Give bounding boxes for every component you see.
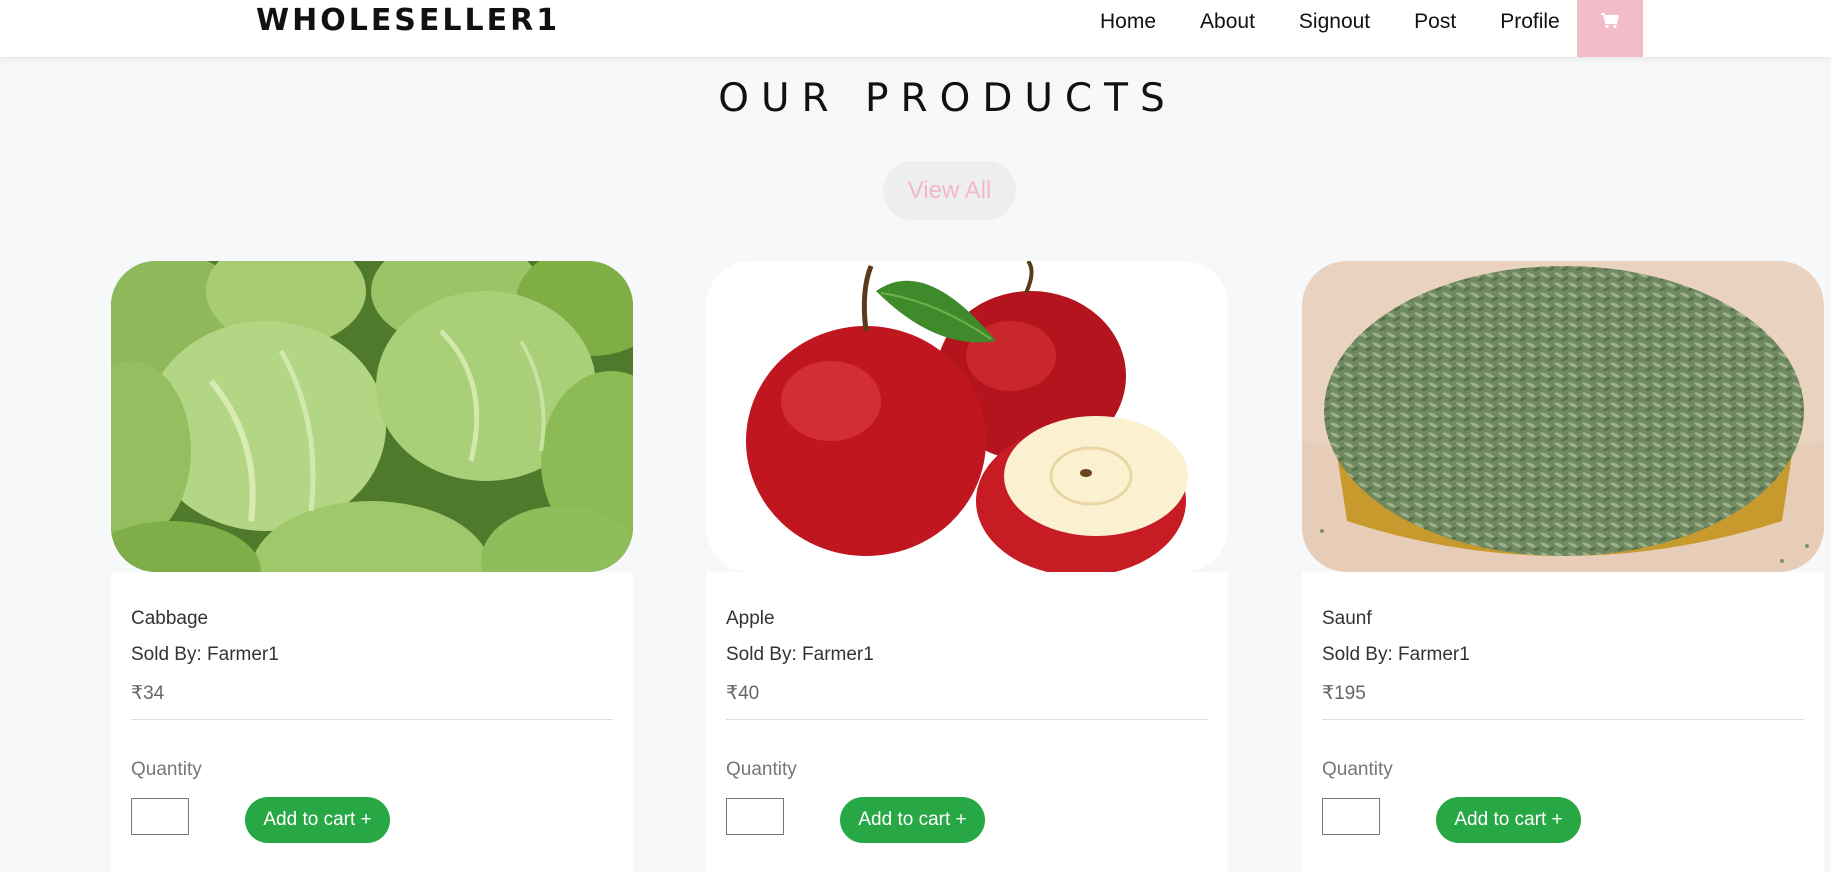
product-name: Cabbage: [131, 608, 209, 629]
nav-profile[interactable]: Profile: [1478, 0, 1582, 34]
cabbage-image: [111, 261, 633, 572]
quantity-input[interactable]: [131, 798, 189, 835]
nav-home[interactable]: Home: [1078, 0, 1178, 34]
product-seller: Sold By: Farmer1: [726, 644, 874, 665]
product-price: ₹40: [726, 683, 760, 704]
brand-logo[interactable]: WHOLESELLER1: [256, 3, 560, 38]
product-name: Saunf: [1322, 608, 1372, 629]
fennel-seeds-image: [1302, 261, 1824, 572]
quantity-input[interactable]: [1322, 798, 1380, 835]
quantity-label: Quantity: [131, 759, 202, 780]
product-card-body: Saunf Sold By: Farmer1 ₹195 Quantity Add…: [1302, 572, 1824, 872]
product-price: ₹34: [131, 683, 165, 704]
product-card-body: Cabbage Sold By: Farmer1 ₹34 Quantity Ad…: [111, 572, 633, 872]
product-card-cabbage: Cabbage Sold By: Farmer1 ₹34 Quantity Ad…: [111, 261, 633, 872]
product-card-saunf: Saunf Sold By: Farmer1 ₹195 Quantity Add…: [1302, 261, 1824, 872]
product-seller: Sold By: Farmer1: [1322, 644, 1470, 665]
cart-icon: [1601, 13, 1619, 29]
add-to-cart-button[interactable]: Add to cart +: [1436, 797, 1581, 843]
card-divider: [1322, 719, 1804, 720]
quantity-label: Quantity: [1322, 759, 1393, 780]
nav-links: Home About Signout Post Profile: [1078, 0, 1582, 57]
product-card-apple: Apple Sold By: Farmer1 ₹40 Quantity Add …: [706, 261, 1228, 872]
card-divider: [131, 719, 613, 720]
view-all-button[interactable]: View All: [883, 161, 1016, 220]
cart-button[interactable]: [1577, 0, 1643, 57]
nav-about[interactable]: About: [1178, 0, 1277, 34]
card-divider: [726, 719, 1208, 720]
quantity-input[interactable]: [726, 798, 784, 835]
quantity-label: Quantity: [726, 759, 797, 780]
product-price: ₹195: [1322, 683, 1366, 704]
nav-post[interactable]: Post: [1392, 0, 1478, 34]
add-to-cart-button[interactable]: Add to cart +: [840, 797, 985, 843]
apple-image: [706, 261, 1228, 572]
product-seller: Sold By: Farmer1: [131, 644, 279, 665]
add-to-cart-button[interactable]: Add to cart +: [245, 797, 390, 843]
product-name: Apple: [726, 608, 775, 629]
nav-signout[interactable]: Signout: [1277, 0, 1392, 34]
navbar: WHOLESELLER1 Home About Signout Post Pro…: [0, 0, 1831, 57]
section-title: OUR PRODUCTS: [718, 76, 1177, 121]
product-card-body: Apple Sold By: Farmer1 ₹40 Quantity Add …: [706, 572, 1228, 872]
